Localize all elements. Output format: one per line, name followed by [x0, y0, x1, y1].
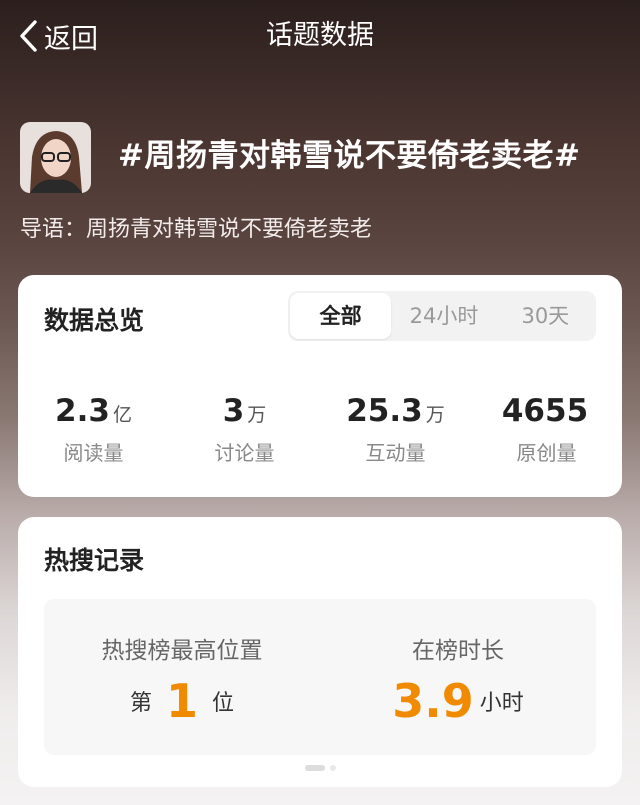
stat-value: 4655	[501, 393, 589, 429]
page-dot	[329, 765, 336, 771]
stats-row: 2.3 亿 阅读量 3万 讨论量 25.3 万 互动量 4655 原创量	[18, 391, 622, 466]
stat-label: 阅读量	[63, 441, 124, 465]
page-dot-active	[304, 765, 325, 771]
page-indicator	[18, 765, 622, 771]
stat-value: 2.3	[55, 393, 110, 429]
stat-value: 3	[222, 393, 245, 429]
best-rank-label: 热搜榜最高位置	[101, 638, 263, 664]
rank-value: 1	[165, 674, 198, 728]
stat-label: 互动量	[365, 441, 426, 465]
stat-unit: 亿	[112, 404, 132, 426]
stat-discussions: 3万 讨论量	[169, 391, 320, 466]
hot-search-panel: 热搜榜最高位置 第 1 位 在榜时长 3.9 小时	[44, 599, 596, 755]
top-bar: 返回 话题数据	[0, 0, 640, 72]
stat-label: 讨论量	[214, 441, 275, 465]
tab-24h[interactable]: 24小时	[393, 291, 494, 341]
duration-suffix: 小时	[479, 691, 524, 716]
stat-unit: 万	[247, 404, 267, 426]
stat-originals: 4655 原创量	[471, 391, 622, 466]
topic-intro: 导语：周扬青对韩雪说不要倚老卖老	[20, 217, 373, 242]
duration-value: 3.9	[392, 674, 474, 728]
data-overview-card: 数据总览 全部 24小时 30天 2.3 亿 阅读量 3万 讨论量 25.3 万 互…	[18, 275, 622, 497]
page-title: 话题数据	[266, 20, 374, 51]
stat-label: 原创量	[516, 441, 577, 465]
tab-all[interactable]: 全部	[290, 293, 392, 339]
overview-title: 数据总览	[44, 306, 145, 335]
stat-value: 25.3	[346, 393, 423, 429]
time-range-tabs: 全部 24小时 30天	[288, 291, 596, 341]
best-rank-block: 热搜榜最高位置 第 1 位	[44, 599, 320, 729]
stat-unit: 万	[425, 404, 445, 426]
hot-search-card: 热搜记录 热搜榜最高位置 第 1 位 在榜时长 3.9 小时	[18, 517, 622, 787]
hot-search-title: 热搜记录	[44, 546, 145, 575]
duration-block: 在榜时长 3.9 小时	[320, 599, 596, 729]
topic-avatar	[20, 122, 91, 193]
stat-reads: 2.3 亿 阅读量	[18, 391, 169, 466]
duration-label: 在榜时长	[412, 638, 504, 664]
rank-suffix: 位	[212, 691, 235, 716]
rank-prefix: 第	[129, 691, 152, 716]
tab-30d[interactable]: 30天	[495, 291, 596, 341]
topic-name: #周扬青对韩雪说不要倚老卖老#	[118, 138, 581, 174]
stat-interactions: 25.3 万 互动量	[320, 391, 471, 466]
